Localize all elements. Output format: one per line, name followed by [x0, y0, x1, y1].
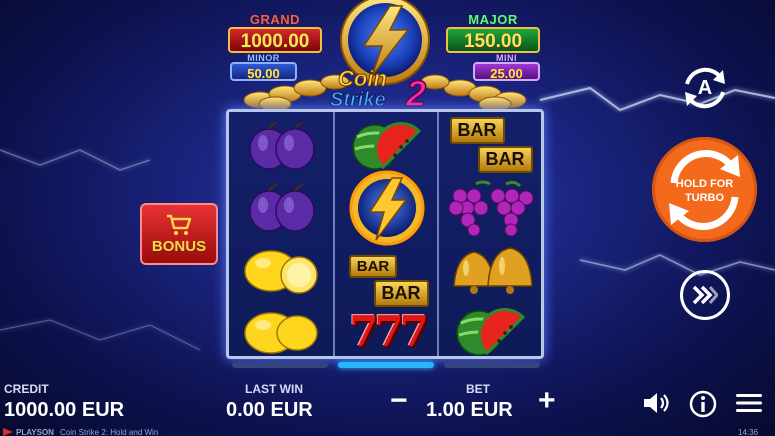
bet-increase-button[interactable]: + [538, 386, 556, 416]
last-win-value: 0.00 EUR [226, 399, 313, 421]
reel-indicator-2 [338, 362, 434, 368]
sound-button[interactable] [642, 391, 672, 420]
credit-value: 1000.00 EUR [4, 399, 125, 421]
turbo-label-line1: HOLD FOR [675, 178, 734, 190]
game-logo: Coin Strike 2 [243, 0, 527, 112]
logo-word-strike: Strike [330, 89, 386, 111]
lemon-symbol [229, 238, 333, 300]
plum-symbol [229, 114, 333, 176]
watermelon-symbol [335, 114, 439, 176]
seven-symbol: 777 [335, 300, 439, 362]
autoplay-button[interactable]: A [677, 60, 733, 116]
bar-text: BAR [477, 146, 533, 173]
logo-word-coin: Coin [338, 66, 387, 91]
playson-logo-icon [3, 428, 13, 436]
speaker-icon [644, 393, 669, 413]
reel-2: BAR BAR 777 [333, 112, 437, 356]
autoplay-letter: A [697, 76, 713, 99]
cart-icon [167, 214, 192, 235]
plum-symbol [229, 176, 333, 238]
bar-text: BAR [449, 117, 505, 144]
game-title: Coin Strike 2: Hold and Win [60, 428, 159, 436]
bonus-label: BONUS [151, 237, 207, 255]
bet-decrease-button[interactable]: − [390, 386, 408, 416]
reel-indicator-1 [232, 362, 328, 368]
bells-symbol [439, 238, 543, 300]
menu-button[interactable] [736, 393, 762, 418]
info-button[interactable] [689, 390, 717, 423]
credit-label: CREDIT [4, 382, 49, 396]
reel-area[interactable]: BAR BAR 777 BAR BAR [226, 109, 544, 359]
fast-forward-icon [692, 285, 718, 305]
quick-spin-button[interactable] [680, 270, 730, 320]
hold-for-turbo-spin-button[interactable]: HOLD FOR TURBO [652, 137, 757, 242]
info-icon [689, 390, 717, 418]
logo-number-2: 2 [405, 73, 426, 112]
reel-indicator-3 [444, 362, 540, 368]
reel-1 [229, 112, 333, 356]
bet-value: 1.00 EUR [426, 399, 513, 421]
last-win-label: LAST WIN [245, 382, 303, 396]
grapes-symbol [439, 176, 543, 238]
bonus-buy-button[interactable]: BONUS [140, 203, 218, 265]
reel-3: BAR BAR [437, 112, 541, 356]
bet-label: BET [466, 382, 490, 396]
provider-brand: PLAYSON [16, 428, 54, 436]
lemon-symbol [229, 300, 333, 362]
double-bar-symbol: BAR BAR [439, 114, 543, 176]
bar-text: BAR [348, 255, 398, 278]
hamburger-menu-icon [736, 394, 762, 412]
seven-text: 777 [349, 306, 429, 356]
clock: 14:36 [738, 428, 759, 436]
coin-lightning-symbol [335, 168, 439, 248]
watermelon-symbol [439, 300, 543, 362]
turbo-label-line2: TURBO [684, 192, 725, 204]
